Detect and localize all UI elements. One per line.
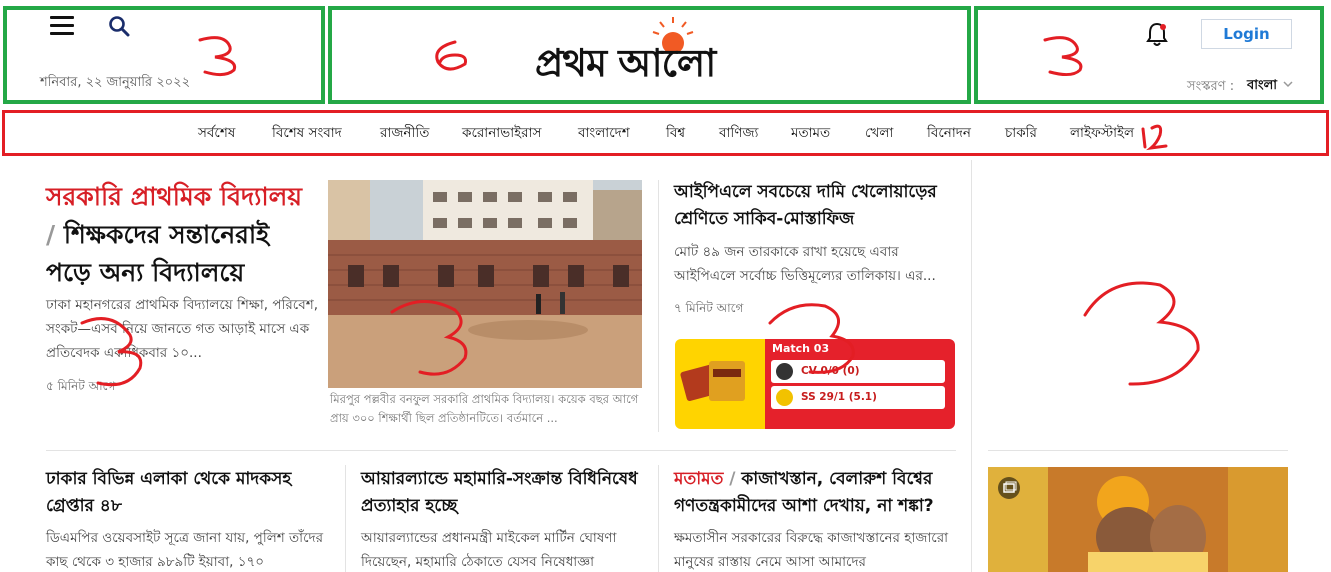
lead-separator: / [46,220,56,249]
divider [658,180,659,432]
divider [988,450,1288,451]
lead-story[interactable]: সরকারি প্রাথমিক বিদ্যালয় / শিক্ষকদের সন… [46,178,316,292]
nav-item-lifestyle[interactable]: লাইফস্টাইল [1070,122,1134,145]
nav-item-world[interactable]: বিশ্ব [666,122,685,145]
row2-story1-summary: ডিএমপির ওয়েবসাইট সূত্রে জানা যায়, পুলি… [46,530,324,570]
bell-icon[interactable] [1145,20,1169,48]
chevron-down-icon[interactable] [1283,79,1293,89]
story2-summary: মোট ৪৯ জন তারকাকে রাখা হয়েছে এবার আইপিএ… [674,244,936,284]
row2-story2-title[interactable]: আয়ারল্যান্ডে মহামারি-সংক্রান্ত বিধিনিষে… [361,466,641,520]
story2-time: ৭ মিনিট আগে [674,301,744,315]
product-pack-icon [680,361,745,401]
live-score-widget[interactable]: Match 03 CV 0/0 (0) SS 29/1 (5.1) [675,339,955,429]
gallery-icon [998,477,1020,499]
nav-item-jobs[interactable]: চাকরি [1005,122,1037,145]
nav-item-coronavirus[interactable]: করোনাভাইরাস [462,122,541,145]
nav-item-politics[interactable]: রাজনীতি [380,122,429,145]
nav-item-bangladesh[interactable]: বাংলাদেশ [578,122,630,145]
lead-title[interactable]: শিক্ষকদের সন্তানেরাই পড়ে অন্য বিদ্যালয়… [46,220,269,287]
row2-story3-kicker: মতামত [674,469,724,489]
team1-badge-icon [776,363,793,380]
lead-photo[interactable] [328,180,642,388]
photo-caption: মিরপুর পল্লবীর বনফুল সরকারি প্রাথমিক বিদ… [330,392,639,425]
team2-score-text: SS 29/1 (5.1) [801,391,877,403]
sidebar-photo[interactable] [988,467,1288,572]
story2-title[interactable]: আইপিএলে সবচেয়ে দামি খেলোয়াড়ের শ্রেণিত… [674,179,959,233]
row2-story1-title[interactable]: ঢাকার বিভিন্ন এলাকা থেকে মাদকসহ গ্রেপ্তা… [46,466,326,520]
edition-select[interactable]: বাংলা [1247,76,1277,97]
lead-summary: ঢাকা মহানগরের প্রাথমিক বিদ্যালয়ে শিক্ষা… [46,297,318,361]
team2-score[interactable]: SS 29/1 (5.1) [771,386,945,409]
nav-item-special[interactable]: বিশেষ সংবাদ [272,122,342,145]
menu-icon[interactable] [50,16,74,35]
nav-item-opinion[interactable]: মতামত [791,122,830,145]
logo-text: প্রথম আলো [535,40,716,85]
nav-item-sports[interactable]: খেলা [865,122,893,145]
team1-score-text: CV 0/0 (0) [801,365,860,377]
team1-score[interactable]: CV 0/0 (0) [771,360,945,383]
row2-story3-heading[interactable]: মতামত / কাজাখস্তান, বেলারুশ বিশ্বের গণতন… [674,466,959,520]
lead-kicker: সরকারি প্রাথমিক বিদ্যালয় [46,182,302,211]
login-button[interactable]: Login [1201,19,1292,49]
site-logo[interactable]: প্রথম আলো [535,12,805,85]
row2-story2-summary: আয়ারল্যান্ডের প্রধানমন্ত্রী মাইকেল মার্… [361,530,617,570]
nav-item-entertainment[interactable]: বিনোদন [927,122,971,145]
divider [658,465,659,572]
widget-ad-panel [675,339,765,429]
edition-label: সংস্করণ : [1187,79,1235,94]
search-icon[interactable] [108,15,130,37]
nav-item-latest[interactable]: সর্বশেষ [198,122,235,145]
header-date: শনিবার, ২২ জানুয়ারি ২০২২ [40,75,191,90]
nav-item-business[interactable]: বাণিজ্য [719,122,758,145]
divider [971,160,972,572]
row2-story3-separator: / [723,469,742,489]
lead-time: ৫ মিনিট আগে [46,379,116,393]
team2-badge-icon [776,389,793,406]
row2-story3-summary: ক্ষমতাসীন সরকারের বিরুদ্ধে কাজাখস্তানের … [674,530,949,570]
match-title: Match 03 [772,342,830,355]
divider [46,450,956,451]
divider [345,465,346,572]
